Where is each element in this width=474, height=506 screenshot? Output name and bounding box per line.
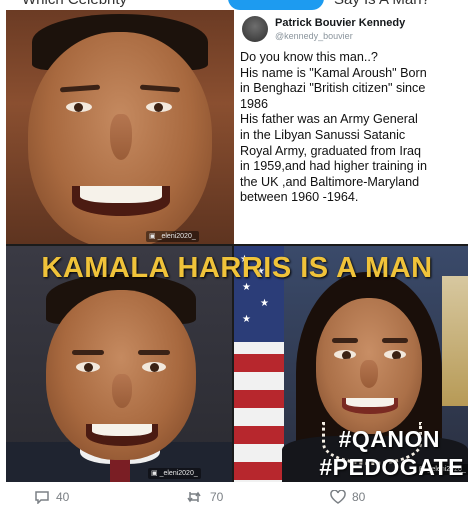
- tweet-screenshot: Patrick Bouvier Kennedy @kennedy_bouvier…: [234, 10, 468, 244]
- top-left-face-photo: ▣ _eleni2020_: [6, 10, 234, 244]
- instagram-icon: ▣: [151, 470, 158, 477]
- meme-headline: KAMALA HARRIS IS A MAN: [41, 252, 433, 284]
- tweet-line: in 1959,and had higher training in: [240, 159, 427, 174]
- tweet-line: 1986: [240, 96, 269, 111]
- tweet-line: His name is "Kamal Aroush" Born: [240, 65, 427, 80]
- tweet-line: in Benghazi "British citizen" since: [240, 81, 426, 96]
- cropped-title-text: Which Celebrity: [22, 0, 127, 8]
- tweet-line: Do you know this man..?: [240, 50, 378, 64]
- watermark: ▣ _eleni2020_: [148, 468, 201, 479]
- like-count: 80: [352, 490, 366, 504]
- tweet-line: between 1960 -1964.: [240, 190, 359, 205]
- tweet-line: in the Libyan Sanussi Satanic: [240, 127, 406, 142]
- hashtag-qanon: #QANON: [338, 426, 440, 452]
- retweet-button[interactable]: 70: [186, 490, 223, 504]
- retweet-count: 70: [210, 490, 224, 504]
- tweet-line: His father was an Army General: [240, 112, 418, 127]
- tweet-author-handle: @kennedy_bouvier: [275, 31, 353, 41]
- tweet-body: Do you know this man..? His name is "Kam…: [240, 50, 466, 206]
- instagram-icon: ▣: [149, 233, 156, 240]
- comment-button[interactable]: 40: [34, 490, 69, 504]
- state-flag: [442, 276, 468, 406]
- watermark: ▣ _eleni2020_: [146, 231, 199, 242]
- retweet-icon: [186, 490, 204, 504]
- comment-icon: [34, 490, 50, 504]
- comment-count: 40: [56, 490, 70, 504]
- post-action-bar: 40 70 80: [0, 486, 474, 506]
- cropped-title-text-right: Say Is A Man?: [334, 0, 430, 8]
- heart-icon: [330, 490, 346, 504]
- tweet-line: the UK ,and Baltimore-Maryland: [240, 174, 420, 189]
- tweet-line: Royal Army, graduated from Iraq: [240, 143, 422, 158]
- tweet-author-name: Patrick Bouvier Kennedy: [275, 17, 406, 29]
- meme-image[interactable]: ▣ _eleni2020_ Patrick Bouvier Kennedy @k…: [6, 10, 468, 482]
- hashtag-pedogate: #PEDOGATE: [319, 454, 464, 480]
- like-button[interactable]: 80: [330, 490, 365, 504]
- cropped-blue-button[interactable]: [228, 0, 324, 10]
- cropped-top-strip: Which Celebrity Say Is A Man?: [0, 0, 474, 10]
- avatar: [242, 16, 268, 42]
